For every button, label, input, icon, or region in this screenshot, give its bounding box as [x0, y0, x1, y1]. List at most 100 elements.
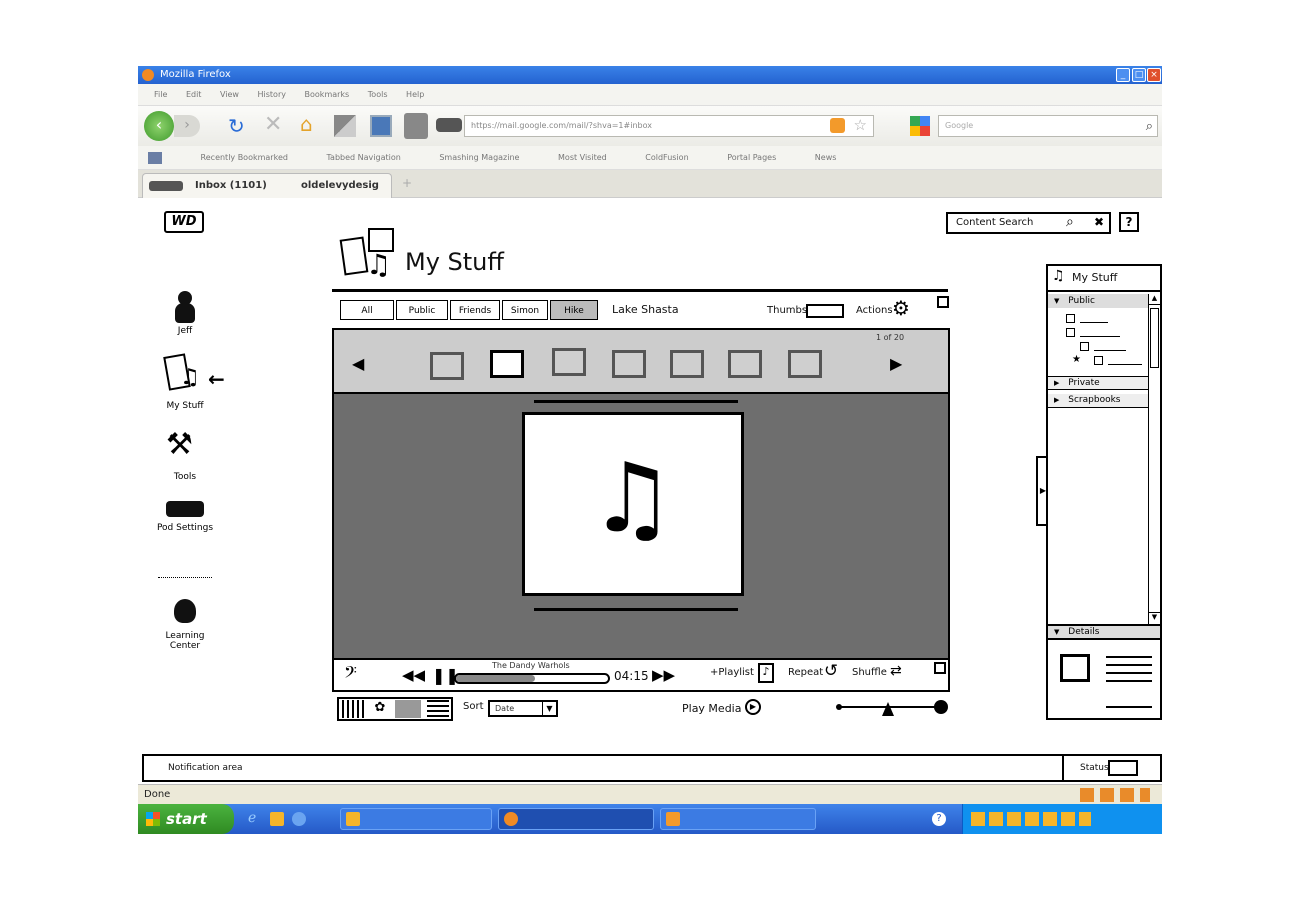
repeat-icon[interactable]: ↺	[824, 661, 838, 681]
stop-icon[interactable]: ✕	[264, 112, 282, 137]
sidebar-section-scrapbooks[interactable]: ▶ Scrapbooks	[1048, 394, 1148, 408]
ie-icon[interactable]: ℯ	[248, 810, 256, 826]
thumbnail[interactable]	[552, 348, 586, 376]
expand-icon[interactable]	[937, 296, 949, 308]
sidebar-section-public[interactable]: ▼ Public	[1048, 294, 1148, 308]
crumb-simon[interactable]: Simon	[502, 300, 548, 320]
folder-icon[interactable]	[1066, 314, 1075, 323]
crumb-hike[interactable]: Hike	[550, 300, 598, 320]
taskbar-item[interactable]	[340, 808, 492, 830]
star-icon[interactable]: ☆	[854, 115, 867, 135]
menu-tools[interactable]: Tools	[368, 90, 388, 99]
nav-item-tools[interactable]: ⚒ Tools	[160, 427, 210, 483]
sidebar-scrollbar[interactable]: ▲ ▼	[1148, 294, 1160, 624]
thumbnail-selected[interactable]	[490, 350, 524, 378]
scroll-down-icon[interactable]: ▼	[1149, 612, 1160, 623]
help-button[interactable]: ?	[1119, 212, 1139, 232]
new-tab-button[interactable]: +	[396, 176, 418, 196]
prev-icon[interactable]: ◀	[352, 354, 364, 373]
nav-item-pod-settings[interactable]: Pod Settings	[157, 501, 213, 551]
home-icon[interactable]: ⌂	[300, 112, 313, 136]
star-folder-icon[interactable]: ★	[1072, 354, 1081, 365]
clear-icon[interactable]: ✖	[1094, 215, 1104, 229]
next-icon[interactable]: ▶	[890, 354, 902, 373]
player-expand-icon[interactable]	[934, 662, 946, 674]
scroll-thumb[interactable]	[1150, 308, 1159, 368]
crumb-all[interactable]: All	[340, 300, 394, 320]
thumbnail[interactable]	[788, 350, 822, 378]
taskbar-item-active[interactable]	[498, 808, 654, 830]
forward-button[interactable]: ›	[174, 115, 200, 137]
search-bar[interactable]: Google ⌕	[938, 115, 1158, 137]
quicklaunch-icon-2[interactable]	[270, 812, 284, 826]
bookmark-item[interactable]: Smashing Magazine	[439, 153, 519, 162]
status-icon[interactable]	[1108, 760, 1138, 776]
content-search[interactable]: Content Search ⌕ ✖	[946, 212, 1111, 234]
progress-bar[interactable]	[454, 673, 610, 684]
menu-edit[interactable]: Edit	[186, 90, 202, 99]
pager[interactable]: 1 of 20	[876, 333, 904, 342]
crumb-friends[interactable]: Friends	[450, 300, 500, 320]
gear-icon[interactable]: ⚙	[892, 296, 910, 320]
volume-ear-icon[interactable]: 𝄢	[344, 662, 357, 686]
actions-label[interactable]: Actions	[856, 305, 893, 316]
filmstrip-view-icon[interactable]	[395, 700, 421, 718]
start-button[interactable]: start	[138, 804, 234, 834]
rewind-icon[interactable]: ◀◀	[402, 666, 425, 684]
sidebar-section-private[interactable]: ▶ Private	[1048, 376, 1148, 390]
grid-view-icon[interactable]	[342, 700, 364, 718]
scroll-up-icon[interactable]: ▲	[1149, 294, 1160, 305]
bookmark-item[interactable]: Recently Bookmarked	[201, 153, 288, 162]
playlist-icon[interactable]: ♪	[758, 663, 774, 683]
browser-tab[interactable]: Inbox (1101) oldelevydesig	[142, 173, 392, 198]
menu-bookmarks[interactable]: Bookmarks	[305, 90, 350, 99]
maximize-icon[interactable]: □	[1132, 68, 1146, 82]
taskbar-item[interactable]	[660, 808, 816, 830]
shuffle-icon[interactable]: ⇄	[890, 663, 902, 679]
bookmark-item[interactable]: Most Visited	[558, 153, 607, 162]
toolbar-icon-3[interactable]	[404, 113, 428, 139]
help-circle-icon[interactable]: ?	[932, 812, 946, 826]
search-icon[interactable]: ⌕	[1066, 214, 1074, 230]
folder-icon[interactable]	[1080, 342, 1089, 351]
repeat-button[interactable]: Repeat	[788, 667, 823, 678]
play-circle-icon[interactable]: ▶	[745, 699, 761, 715]
toolbar-icon-1[interactable]	[334, 115, 356, 137]
reload-icon[interactable]: ↻	[228, 114, 245, 138]
minimize-icon[interactable]: _	[1116, 68, 1130, 82]
wd-logo[interactable]: WD	[164, 211, 204, 233]
nav-item-jeff[interactable]: Jeff	[160, 291, 210, 341]
back-button[interactable]: ‹	[144, 111, 174, 141]
folder-icon[interactable]	[1066, 328, 1075, 337]
sort-select[interactable]: Date ▼	[488, 700, 558, 717]
content-search-input[interactable]: Content Search	[956, 217, 1033, 228]
quicklaunch-icon-3[interactable]	[292, 812, 306, 826]
rss-icon[interactable]	[830, 118, 845, 133]
media-preview[interactable]: ♫	[522, 412, 744, 596]
close-window-icon[interactable]: ×	[1147, 68, 1161, 82]
slider-handle[interactable]	[882, 702, 894, 716]
shuffle-button[interactable]: Shuffle	[852, 667, 887, 678]
playlist-button[interactable]: +Playlist	[710, 667, 754, 678]
menu-history[interactable]: History	[258, 90, 286, 99]
thumbnail[interactable]	[612, 350, 646, 378]
toolbar-icon-4[interactable]	[436, 118, 462, 132]
details-header[interactable]: ▼ Details	[1048, 624, 1160, 640]
list-view-icon[interactable]	[427, 700, 449, 718]
crumb-public[interactable]: Public	[396, 300, 448, 320]
zoom-slider[interactable]	[836, 700, 948, 720]
play-media-button[interactable]: Play Media	[682, 702, 741, 715]
thumbnail[interactable]	[430, 352, 464, 380]
thumbs-toggle[interactable]	[806, 304, 844, 318]
bookmark-item[interactable]: Tabbed Navigation	[326, 153, 400, 162]
bookmark-item[interactable]: News	[815, 153, 837, 162]
menu-view[interactable]: View	[220, 90, 239, 99]
folder-icon[interactable]	[1094, 356, 1103, 365]
fast-forward-icon[interactable]: ▶▶	[652, 666, 675, 684]
menu-file[interactable]: File	[154, 90, 167, 99]
bookmark-item[interactable]: ColdFusion	[645, 153, 688, 162]
bookmark-item[interactable]: Portal Pages	[727, 153, 776, 162]
toolbar-icon-2[interactable]	[370, 115, 392, 137]
thumbnail[interactable]	[728, 350, 762, 378]
address-bar[interactable]: https://mail.google.com/mail/?shva=1#inb…	[464, 115, 874, 137]
